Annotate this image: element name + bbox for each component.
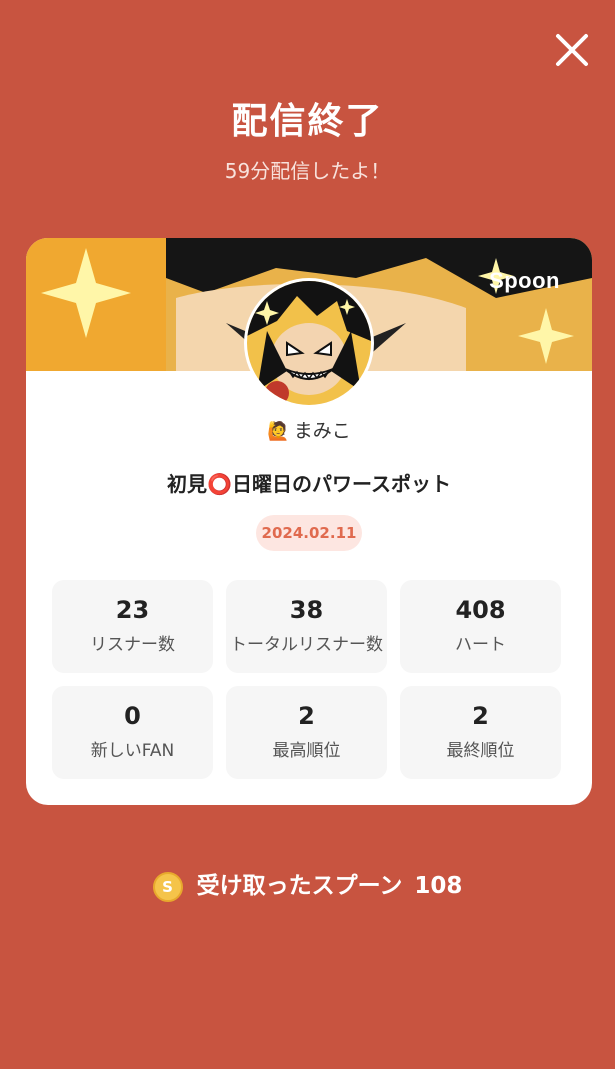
- stat-hearts: 408 ハート: [400, 580, 561, 673]
- stats-grid: 23 リスナー数 38 トータルリスナー数 408 ハート 0 新しいFAN 2…: [52, 580, 562, 779]
- stat-label: リスナー数: [90, 635, 175, 655]
- username: 🙋 まみこ: [26, 416, 592, 443]
- stat-label: 新しいFAN: [90, 741, 175, 761]
- stat-value: 38: [289, 596, 324, 624]
- duration-subtitle: 59分配信したよ！: [224, 159, 391, 183]
- avatar[interactable]: [244, 278, 374, 408]
- summary-card: Spoon 🙋 まみこ 初見⭕日曜日のパワースポット 2024.02.11 23…: [26, 238, 592, 805]
- stat-label: トータルリスナー数: [230, 635, 383, 655]
- close-icon: [556, 34, 588, 66]
- stat-value: 23: [115, 596, 150, 624]
- received-amount: 108: [414, 873, 463, 899]
- close-button[interactable]: [552, 30, 592, 70]
- stat-value: 408: [455, 596, 506, 624]
- user-emoji: 🙋: [267, 421, 290, 442]
- stat-label: 最高順位: [272, 741, 341, 761]
- stat-final-rank: 2 最終順位: [400, 686, 561, 779]
- stat-total-listeners: 38 トータルリスナー数: [226, 580, 387, 673]
- spoon-logo: Spoon: [489, 268, 560, 293]
- stat-new-fans: 0 新しいFAN: [52, 686, 213, 779]
- stat-listeners: 23 リスナー数: [52, 580, 213, 673]
- stat-value: 2: [298, 702, 315, 730]
- received-spoons: S 受け取ったスプーン 108: [0, 866, 615, 902]
- date-badge: 2024.02.11: [256, 515, 362, 551]
- stat-best-rank: 2 最高順位: [226, 686, 387, 779]
- username-text: まみこ: [293, 420, 351, 442]
- stat-value: 2: [472, 702, 489, 730]
- coin-icon: S: [152, 871, 183, 902]
- page-title: 配信終了: [231, 101, 384, 142]
- received-label: 受け取ったスプーン: [196, 873, 403, 899]
- stat-label: 最終順位: [446, 741, 515, 761]
- stat-label: ハート: [455, 635, 506, 655]
- stream-title: 初見⭕日曜日のパワースポット: [167, 472, 451, 496]
- stat-value: 0: [124, 702, 141, 730]
